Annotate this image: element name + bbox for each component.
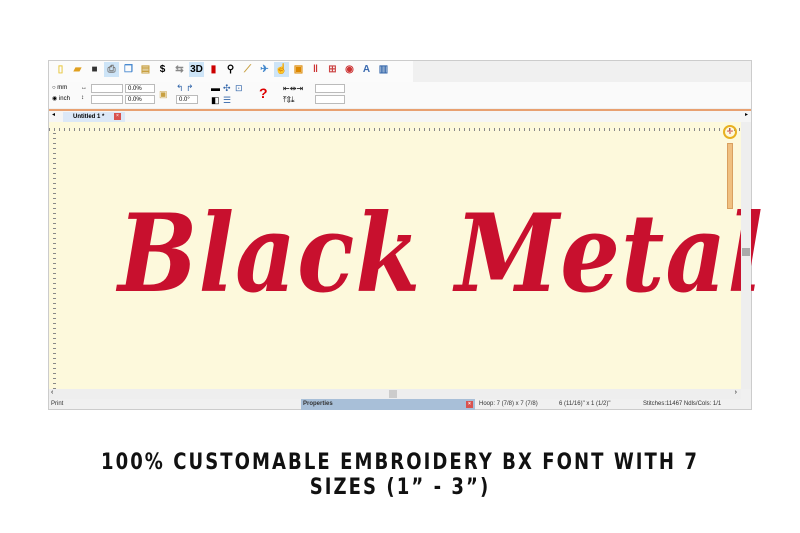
center-icon[interactable]: ✣	[223, 83, 231, 94]
status-bar: Print Properties × Hoop: 7 (7/8) x 7 (7/…	[49, 399, 751, 410]
embroidery-design-text[interactable]: Black Metal	[118, 191, 764, 318]
vertical-ruler	[49, 131, 56, 389]
rotate-angle-input[interactable]: 0.0°	[176, 95, 198, 104]
vertical-scrollbar[interactable]	[741, 122, 751, 389]
print-icon[interactable]: ⎙	[104, 62, 119, 77]
horizontal-scroll-thumb[interactable]	[389, 390, 397, 398]
spacing-left-icon[interactable]: ⇤⇹⇥	[283, 84, 303, 93]
hoop-icon[interactable]: ✈	[257, 62, 272, 77]
save-icon[interactable]: ■	[87, 62, 102, 77]
stitch-count: Stitches:11467 Ndls/Cols: 1/1	[643, 401, 722, 407]
align-top-icon[interactable]: ▬	[211, 83, 220, 93]
close-properties-icon[interactable]: ×	[466, 401, 473, 408]
thread-colors-icon[interactable]: ‖	[308, 62, 323, 77]
unit-inch-radio[interactable]: ◉ inch	[52, 95, 70, 102]
vertical-scroll-thumb[interactable]	[742, 248, 750, 256]
height-icon: ↕	[81, 95, 84, 101]
document-tabs: ◂ Untitled 1 * × ▸	[49, 111, 751, 122]
copy-icon[interactable]: ❐	[121, 62, 136, 77]
horizontal-ruler	[49, 122, 741, 131]
pattern-icon[interactable]: ⊞	[325, 62, 340, 77]
status-text: Print	[51, 401, 64, 407]
height-percent-input[interactable]: 0.0%	[125, 95, 155, 104]
stitch-list-icon[interactable]: ▥	[376, 62, 391, 77]
new-file-icon[interactable]: ▯	[53, 62, 68, 77]
spacing-h-input[interactable]	[315, 84, 345, 93]
measure-icon[interactable]: ⟋	[240, 62, 255, 77]
design-canvas[interactable]: Black Metal ✛	[56, 125, 763, 389]
unit-inch-label: inch	[58, 96, 70, 102]
3d-view-button[interactable]: 3D	[189, 62, 204, 77]
unit-mm-label: mm	[57, 85, 68, 91]
unit-mm-radio[interactable]: ○ mm	[52, 85, 67, 91]
scroll-right-icon[interactable]: ›	[735, 389, 737, 396]
lock-icon[interactable]: ▣	[159, 89, 168, 100]
mirror-icon[interactable]: ⇆	[172, 62, 187, 77]
width-percent-input[interactable]: 0.0%	[125, 84, 155, 93]
properties-panel-header[interactable]: Properties ×	[301, 399, 475, 410]
width-icon: ↔	[81, 85, 87, 91]
tab-scroll-right-icon[interactable]: ▸	[745, 111, 748, 118]
main-toolbar: ▯ ▰ ■ ⎙ ❐ ▤ $ ⇆ 3D ▮ ⚲ ⟋ ✈ ☝ ▣ ‖ ⊞ ◉ A ▥	[49, 61, 413, 83]
spacing-v-input[interactable]	[315, 95, 345, 104]
frame-icon[interactable]: ▣	[291, 62, 306, 77]
open-folder-icon[interactable]: ▰	[70, 62, 85, 77]
fit-icon[interactable]: ⊡	[235, 83, 243, 94]
zoom-icon[interactable]: ⚲	[223, 62, 238, 77]
list-icon[interactable]: ☰	[223, 95, 231, 106]
half-fill-icon[interactable]: ◧	[211, 95, 220, 106]
stitch-convert-icon[interactable]: $	[155, 62, 170, 77]
text-tool-button[interactable]: A	[359, 62, 374, 77]
rotate-right-icon[interactable]: ↱	[186, 83, 194, 94]
compass-icon[interactable]: ✛	[723, 125, 737, 139]
hand-icon[interactable]: ☝	[274, 62, 289, 77]
embroidery-app-window: ▯ ▰ ■ ⎙ ❐ ▤ $ ⇆ 3D ▮ ⚲ ⟋ ✈ ☝ ▣ ‖ ⊞ ◉ A ▥…	[48, 60, 763, 410]
zoom-slider[interactable]	[727, 143, 733, 209]
rotate-left-icon[interactable]: ↰	[176, 83, 184, 94]
design-size: 6 (11/16)" x 1 (1/2)"	[559, 401, 611, 407]
properties-label: Properties	[303, 401, 333, 407]
width-input[interactable]	[91, 84, 123, 93]
caption: 100% CUSTOMABLE EMBROIDERY BX FONT WITH …	[100, 450, 699, 500]
scroll-left-icon[interactable]: ‹	[51, 389, 53, 396]
height-input[interactable]	[91, 95, 123, 104]
close-tab-icon[interactable]: ×	[114, 113, 121, 120]
help-button[interactable]: ?	[259, 85, 268, 101]
hoop-size: Hoop: 7 (7/8) x 7 (7/8)	[479, 401, 538, 407]
color-chart-icon[interactable]: ▮	[206, 62, 221, 77]
spacing-vertical-icon[interactable]: ⤒⇕⤓	[283, 95, 295, 105]
properties-toolbar: ○ mm ◉ inch ↔ ↕ 0.0% 0.0% ▣ ↰ ↱ 0.0° ▬ ✣…	[49, 82, 751, 108]
record-icon[interactable]: ◉	[342, 62, 357, 77]
horizontal-scrollbar[interactable]: ‹ ›	[49, 389, 741, 399]
paste-icon[interactable]: ▤	[138, 62, 153, 77]
tab-scroll-left-icon[interactable]: ◂	[52, 111, 55, 118]
